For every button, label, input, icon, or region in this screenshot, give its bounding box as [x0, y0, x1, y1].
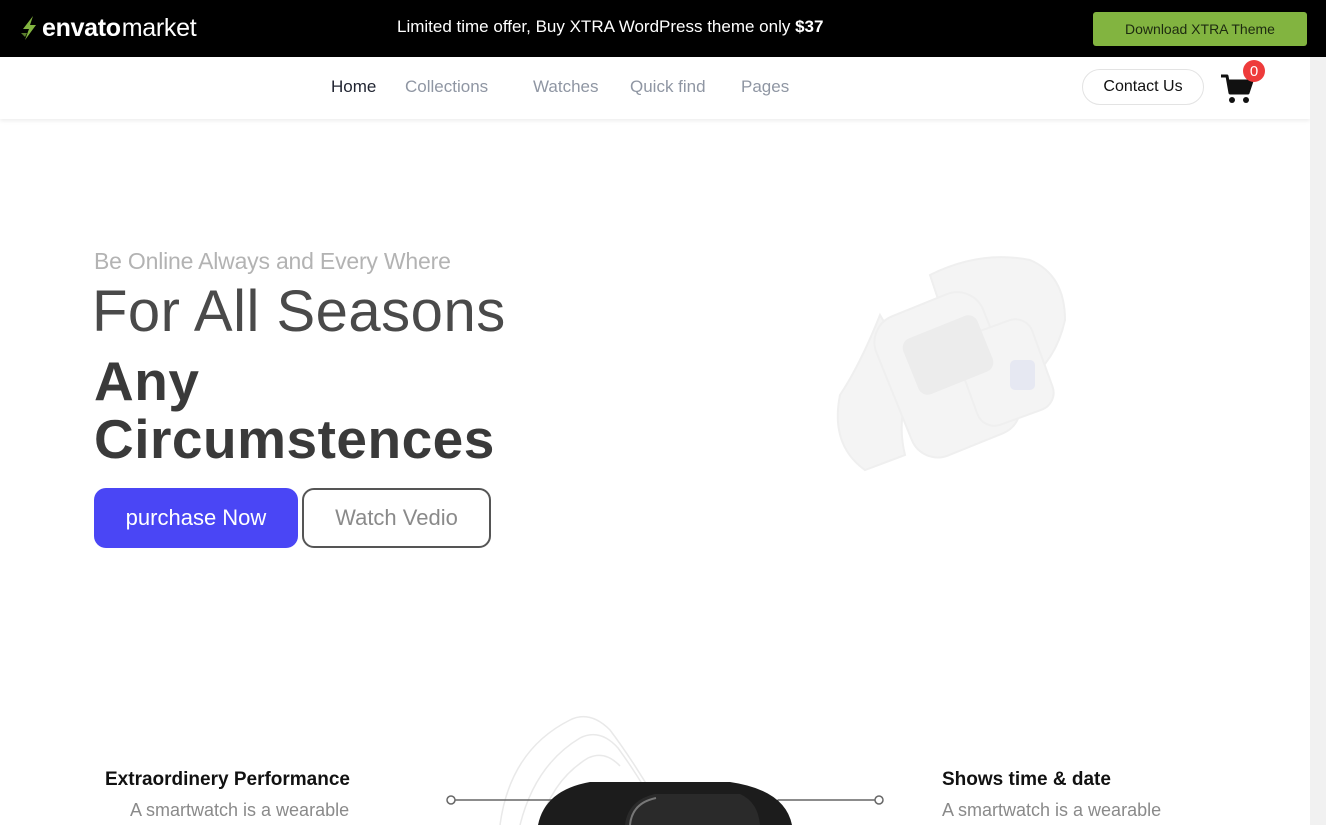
promo-message: Limited time offer, Buy XTRA WordPress t…: [397, 17, 796, 36]
contact-us-button[interactable]: Contact Us: [1082, 69, 1204, 105]
promo-price: $37: [795, 17, 824, 36]
feature-right-desc: A smartwatch is a wearable: [942, 800, 1162, 820]
nav-item-home[interactable]: Home: [331, 77, 376, 97]
main-navbar: Home Collections Watches Quick find Page…: [0, 57, 1310, 119]
feature-watch-illustration: [446, 715, 884, 825]
logo-text-light: market: [121, 13, 197, 42]
purchase-now-button[interactable]: purchase Now: [94, 488, 298, 548]
hero-watch-image: [836, 256, 1067, 472]
hero-bold-line-2: Circumstences: [94, 408, 495, 470]
envato-market-logo[interactable]: envato market: [18, 10, 197, 46]
promo-text: Limited time offer, Buy XTRA WordPress t…: [397, 17, 823, 37]
page-scrollbar[interactable]: [1310, 57, 1326, 825]
hero-bold-heading: Any Circumstences: [94, 352, 614, 468]
feature-right-title: Shows time & date: [942, 769, 1111, 790]
cart-count-badge: 0: [1243, 60, 1265, 82]
promo-bar: envato market Limited time offer, Buy XT…: [0, 0, 1326, 57]
hero-bold-line-1: Any: [94, 350, 200, 412]
logo-text-bold: envato: [42, 13, 121, 42]
hero-subtitle: Be Online Always and Every Where: [94, 248, 451, 274]
envato-leaf-icon: [21, 16, 36, 40]
watch-video-button[interactable]: Watch Vedio: [302, 488, 491, 548]
nav-item-quick-find[interactable]: Quick find: [630, 77, 706, 97]
nav-item-collections[interactable]: Collections: [405, 77, 488, 97]
feature-left-title: Extraordinery Performance: [105, 769, 350, 790]
nav-item-pages[interactable]: Pages: [741, 77, 789, 97]
feature-left-desc: A smartwatch is a wearable: [130, 800, 350, 820]
download-theme-button[interactable]: Download XTRA Theme: [1093, 12, 1307, 46]
nav-item-watches[interactable]: Watches: [533, 77, 599, 97]
hero-title: For All Seasons: [92, 279, 506, 344]
